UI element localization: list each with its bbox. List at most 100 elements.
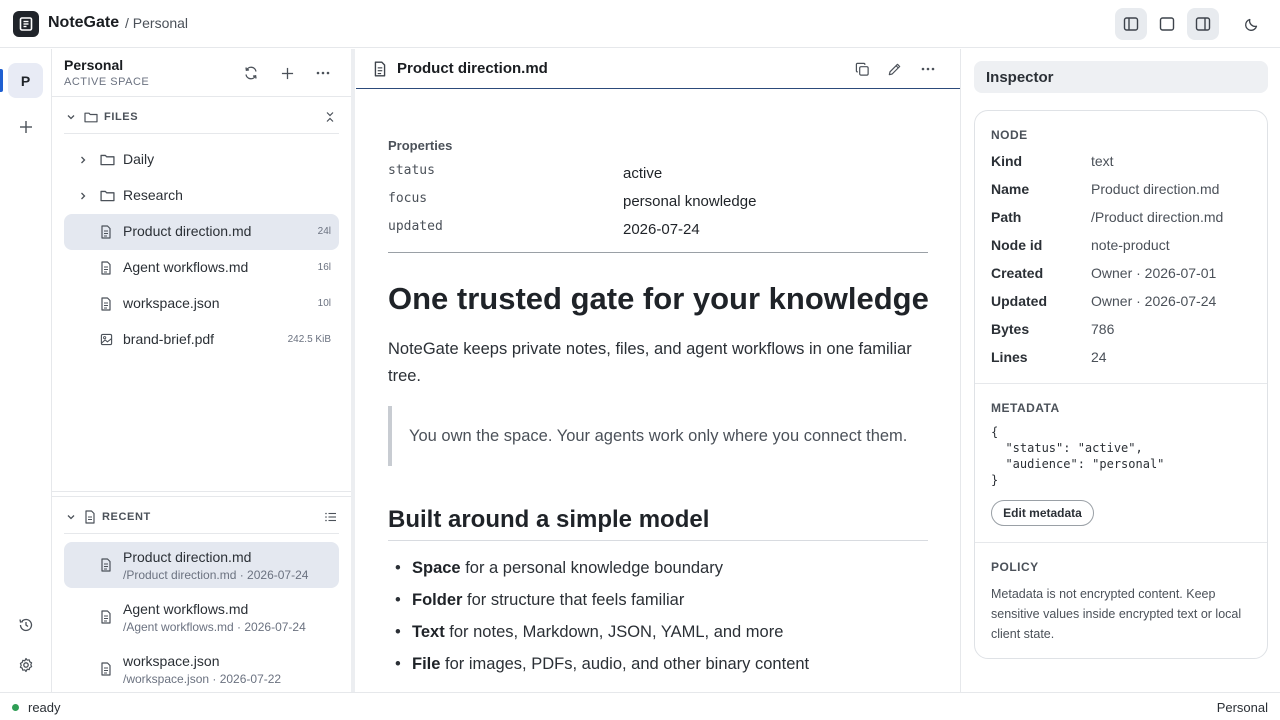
file-text-icon [100, 225, 112, 239]
node-field-key: Updated [991, 293, 1047, 309]
property-value[interactable]: active [623, 165, 662, 182]
list-item-text: for notes, Markdown, JSON, YAML, and mor… [444, 623, 784, 641]
recent-item-path: /Agent workflows.md · 2026-07-24 [123, 620, 306, 634]
top-bar: NoteGate / Personal [0, 0, 1280, 48]
tree-file[interactable]: Agent workflows.md 16l [64, 250, 339, 286]
file-sidebar: Personal ACTIVE SPACE FILES Daily Researc… [52, 49, 351, 692]
square-panel-icon [1159, 17, 1175, 31]
toggle-left-sidebar-button[interactable] [1115, 8, 1147, 40]
new-item-button[interactable] [275, 61, 299, 85]
tree-item-meta: 242.5 KiB [287, 334, 331, 345]
settings-button[interactable] [14, 653, 38, 677]
node-field-key: Node id [991, 237, 1043, 253]
divider [52, 96, 351, 97]
sidebar-resize-handle[interactable] [351, 49, 355, 692]
file-text-icon [101, 297, 111, 311]
sync-button[interactable] [239, 61, 263, 85]
properties-label: Properties [388, 138, 453, 153]
list-item-term: Folder [412, 591, 463, 609]
toggle-focus-mode-button[interactable] [1151, 8, 1183, 40]
chevron-right-icon[interactable] [78, 155, 88, 165]
space-title: Personal [64, 57, 124, 73]
edit-button[interactable] [882, 57, 906, 81]
tree-folder[interactable]: Research [64, 178, 339, 214]
refresh-icon [245, 66, 257, 80]
node-field-key: Created [991, 265, 1044, 281]
property-value[interactable]: personal knowledge [623, 193, 756, 210]
file-text-icon [100, 610, 112, 624]
space-rail: P [0, 49, 52, 692]
files-section-header[interactable]: FILES [64, 105, 339, 129]
tree-item-meta: 16l [317, 262, 331, 273]
space-personal-button[interactable]: P [8, 63, 43, 98]
chevron-right-icon [81, 156, 86, 164]
space-more-button[interactable] [311, 61, 335, 85]
toggle-right-sidebar-button[interactable] [1187, 8, 1219, 40]
recent-item-title: Product direction.md [123, 549, 252, 565]
recent-item-path: /workspace.json · 2026-07-22 [123, 672, 282, 686]
left-panel-icon [1123, 17, 1139, 31]
history-button[interactable] [14, 613, 38, 637]
recent-item[interactable]: workspace.json/workspace.json · 2026-07-… [64, 646, 339, 692]
moon-icon [1245, 18, 1258, 31]
tree-file[interactable]: brand-brief.pdf 242.5 KiB [64, 322, 339, 358]
document-subheading: Built around a simple model [388, 506, 710, 533]
app-logo-icon[interactable] [13, 11, 39, 37]
plus-icon [281, 67, 293, 79]
chevron-right-icon [81, 192, 86, 200]
blockquote: You own the space. Your agents work only… [388, 406, 928, 466]
node-field-value: 24 [1091, 349, 1107, 365]
files-section-label: FILES [104, 111, 139, 123]
list-item-term: Text [412, 623, 445, 641]
add-space-button[interactable] [14, 115, 38, 139]
status-space[interactable]: Personal [1217, 700, 1268, 715]
list-item: Space for a personal knowledge boundary [395, 559, 935, 578]
recent-section-header[interactable]: RECENT [64, 505, 339, 529]
list-icon[interactable] [325, 512, 337, 522]
recent-item-path: /Product direction.md · 2026-07-24 [123, 568, 309, 582]
tree-item-label: Agent workflows.md [123, 259, 249, 275]
recent-item-title: workspace.json [123, 653, 220, 669]
more-horizontal-icon [921, 67, 935, 71]
chevron-down-icon [67, 115, 75, 120]
tree-item-label: brand-brief.pdf [123, 331, 215, 347]
breadcrumb[interactable]: / Personal [125, 15, 188, 31]
plus-icon [20, 121, 32, 133]
recent-item[interactable]: Agent workflows.md/Agent workflows.md · … [64, 594, 339, 640]
node-field-value: Product direction.md [1091, 181, 1220, 197]
inspector-header: Inspector [974, 61, 1268, 93]
file-text-icon [101, 261, 111, 275]
chevron-down-icon [67, 515, 75, 520]
divider [975, 542, 1267, 543]
tree-item-label: Product direction.md [123, 223, 252, 239]
property-key: status [388, 163, 435, 178]
app-name: NoteGate [48, 14, 120, 31]
tree-item-label: Daily [123, 151, 155, 167]
tree-folder[interactable]: Daily [64, 142, 339, 178]
tree-item-meta: 24l [317, 226, 331, 237]
chevron-right-icon[interactable] [78, 191, 88, 201]
file-text-icon [100, 261, 112, 275]
active-space-indicator [0, 69, 3, 92]
property-value[interactable]: 2026-07-24 [623, 221, 700, 238]
collapse-all-icon[interactable] [325, 111, 335, 123]
editor-header: Product direction.md [356, 49, 960, 89]
tree-file[interactable]: workspace.json 10l [64, 286, 339, 322]
editor-more-button[interactable] [916, 57, 940, 81]
copy-button[interactable] [850, 57, 874, 81]
inspector-card: NODE Kind text Name Product direction.md Pat… [974, 110, 1268, 659]
subheading-rule [388, 540, 928, 541]
edit-metadata-button[interactable]: Edit metadata [991, 500, 1094, 526]
status-bar: ready Personal [0, 692, 1280, 720]
file-text-icon [100, 558, 112, 572]
list-item: File for images, PDFs, audio, and other … [395, 655, 935, 674]
copy-icon [855, 62, 869, 76]
recent-item[interactable]: Product direction.md/Product direction.m… [64, 542, 339, 588]
theme-toggle-button[interactable] [1236, 8, 1268, 40]
tree-file[interactable]: Product direction.md 24l [64, 214, 339, 250]
list-item-term: Space [412, 559, 461, 577]
metadata-section-label: METADATA [991, 401, 1060, 415]
file-text-icon [101, 558, 111, 572]
property-key: updated [388, 219, 443, 234]
properties-divider [388, 252, 928, 253]
